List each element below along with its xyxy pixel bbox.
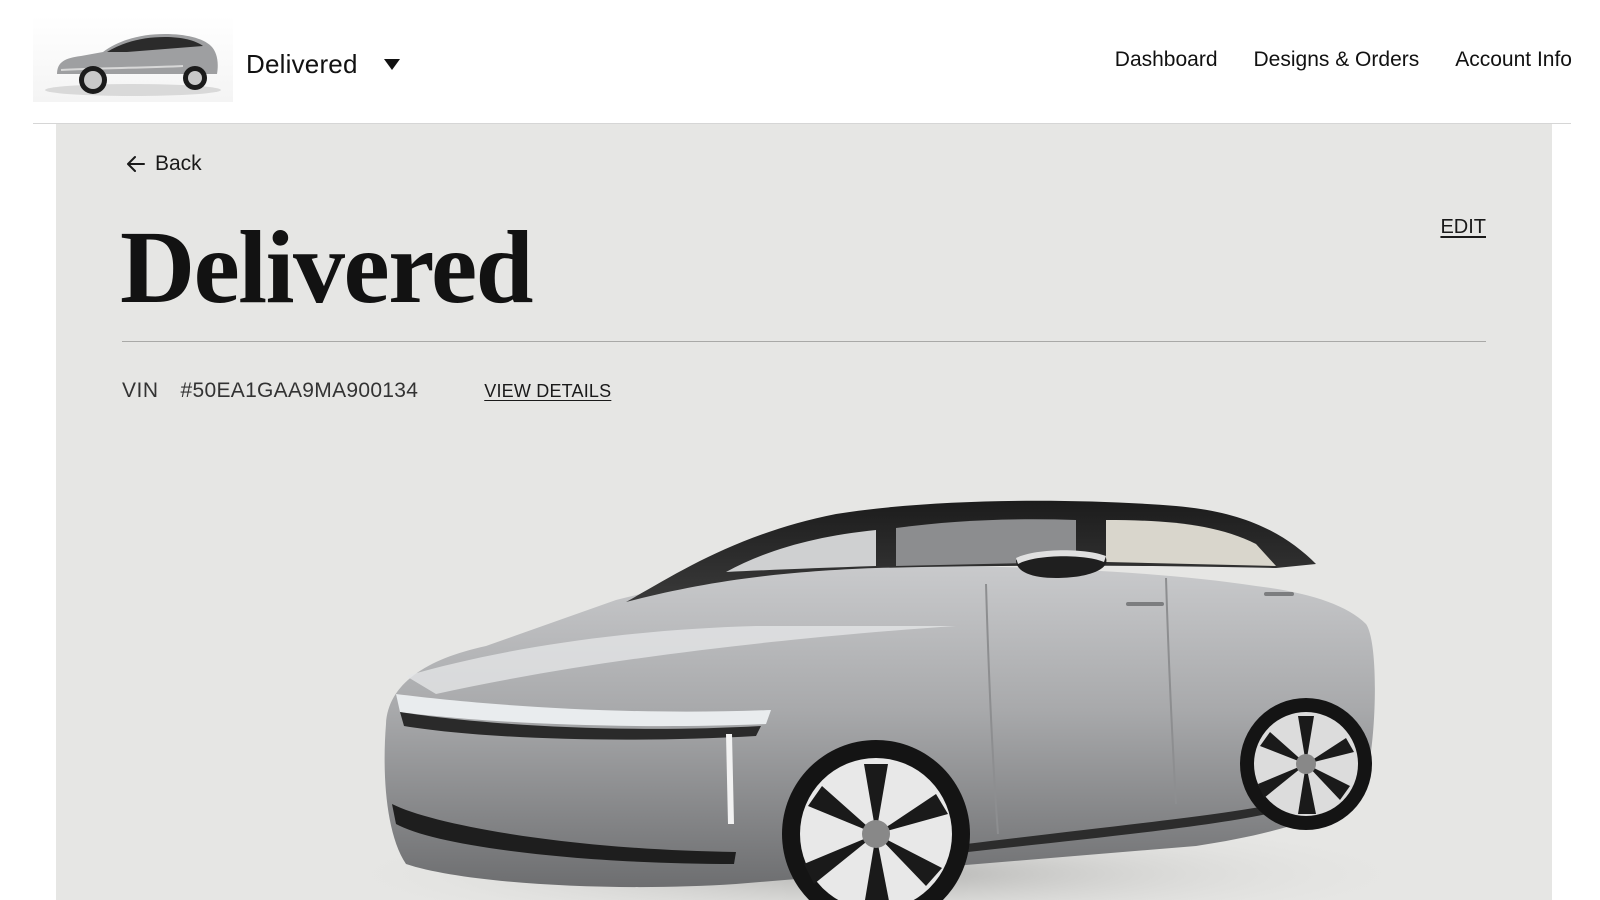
- main-nav: Dashboard Designs & Orders Account Info: [1115, 48, 1572, 72]
- back-link-label: Back: [155, 152, 202, 175]
- page-title: Delivered: [120, 210, 534, 325]
- nav-designs-orders-link[interactable]: Designs & Orders: [1254, 48, 1420, 72]
- back-link[interactable]: Back: [125, 152, 202, 176]
- vehicle-selector-dropdown[interactable]: Delivered: [246, 44, 400, 84]
- vehicle-thumbnail[interactable]: [33, 16, 233, 102]
- vin-label: VIN: [122, 379, 159, 402]
- title-divider: [122, 341, 1486, 342]
- vehicle-image: [316, 454, 1456, 900]
- edit-link[interactable]: EDIT: [1440, 216, 1486, 239]
- arrow-left-icon: [127, 156, 145, 172]
- vehicle-status-panel: Back EDIT Delivered VIN #50EA1GAA9MA9001…: [56, 124, 1552, 900]
- top-navigation-bar: Delivered Dashboard Designs & Orders Acc…: [0, 0, 1600, 124]
- nav-dashboard-link[interactable]: Dashboard: [1115, 48, 1218, 72]
- caret-down-icon: [383, 58, 400, 70]
- vehicle-selector-label: Delivered: [246, 48, 358, 79]
- car-illustration: [316, 500, 1436, 900]
- view-details-link[interactable]: VIEW DETAILS: [484, 381, 611, 402]
- vin-row: VIN #50EA1GAA9MA900134 VIEW DETAILS: [122, 379, 611, 403]
- vin-value: #50EA1GAA9MA900134: [180, 379, 419, 402]
- car-thumbnail-image: [45, 34, 221, 96]
- nav-account-info-link[interactable]: Account Info: [1455, 48, 1572, 72]
